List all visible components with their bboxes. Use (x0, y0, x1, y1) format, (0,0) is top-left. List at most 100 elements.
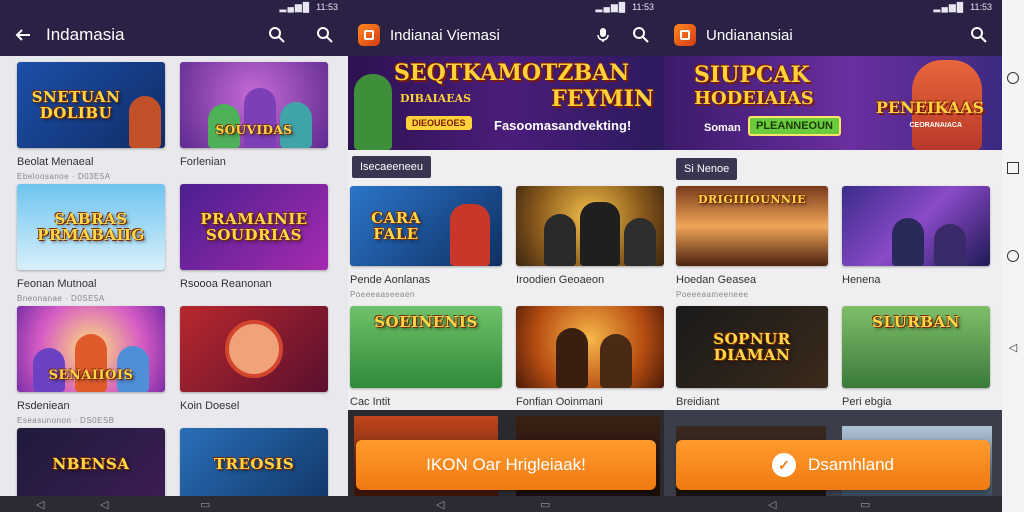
thumbnail-art-text: TREOSIS (213, 455, 295, 473)
character-figure (624, 218, 656, 266)
game-card[interactable]: Iroodien Geoaeon (516, 186, 664, 286)
game-meta: Bneonanae · D0SE5A (17, 294, 105, 303)
banner-headline: SIUPCAK (694, 62, 810, 88)
recents-nav-icon[interactable]: ▭ (860, 498, 870, 511)
status-time: 11:53 (632, 2, 654, 12)
game-thumbnail (842, 186, 990, 266)
check-icon: ✓ (772, 453, 796, 477)
game-card[interactable]: SLURBAN Peri ebgia (842, 306, 990, 408)
banner-headline-2: HODEIAIAS (694, 88, 814, 109)
character-figure (600, 334, 632, 388)
signal-icon: ▂▄▆█ (933, 1, 965, 12)
thumbnail-art-text: NBENSA (52, 455, 130, 473)
system-nav-bar: ◁ ◁ ▭ ◁ ▭ ◁ ▭ (0, 496, 1002, 512)
search-icon[interactable] (628, 22, 654, 48)
section-label: Isecaeeneeu (352, 156, 431, 178)
game-card[interactable]: SOUVIDAS Forlenian (180, 62, 328, 168)
game-name: Iroodien Geoaeon (516, 274, 605, 286)
game-thumbnail: DRIGIIIOUNNIE (676, 186, 828, 266)
game-name: Fonfian Ooinmani (516, 396, 603, 408)
home-nav-icon[interactable] (1007, 250, 1019, 262)
thumbnail-art-text: SLURBAN (872, 313, 960, 331)
game-card[interactable]: Henena (842, 186, 990, 286)
app-title: Undianansiai (706, 26, 793, 44)
promo-banner[interactable]: SEQTKAMOTZBAN DIBAIAEAS FEYMIN DIEOUEOES… (348, 56, 664, 150)
signal-icon: ▂▄▆█ (279, 1, 311, 12)
cta-button[interactable]: IKON Oar Hrigleiaak! (356, 440, 656, 490)
game-name: Hoedan Geasea (676, 274, 757, 286)
banner-side-sub: CEORANAIACA (909, 122, 963, 129)
recents-nav-icon[interactable]: ▭ (540, 498, 550, 511)
back-nav-icon[interactable]: ◁ (36, 498, 44, 511)
back-nav-icon[interactable]: ◁ (436, 498, 444, 511)
app-screen-1: ▂▄▆█ 11:53 Indamasia SNETUAN DOLIBU Beol… (0, 0, 348, 496)
game-name: Henena (842, 274, 881, 286)
app-bar: Undianansiai (664, 14, 1002, 56)
thumbnail-art-text: SOUVIDAS (215, 123, 293, 137)
game-thumbnail: SOUVIDAS (180, 62, 328, 148)
cta-button[interactable]: ✓ Dsamhland (676, 440, 990, 490)
game-name: Rsdeniean (17, 400, 70, 412)
banner-badge: DIEOUEOES (406, 116, 472, 130)
game-card[interactable]: SENAIIOIS Rsdeniean Eseasunonon · DS0ESB (17, 306, 165, 425)
game-card[interactable]: SNETUAN DOLIBU Beolat Menaeal Ebeloosano… (17, 62, 165, 181)
recents-nav-icon[interactable]: ▭ (200, 498, 210, 511)
status-bar: ▂▄▆█ 11:53 (664, 0, 1002, 14)
home-nav-icon[interactable] (1007, 72, 1019, 84)
search-icon[interactable] (312, 22, 338, 48)
game-thumbnail: CARA FALE (350, 186, 502, 266)
promo-banner[interactable]: SIUPCAK HODEIAIAS Soman PLEANNEOUN PENEI… (664, 56, 1002, 150)
side-nav-bar: ◁ (1002, 0, 1024, 512)
game-name: Cac Intit (350, 396, 391, 408)
game-meta: Poeeeaaseeaen (350, 290, 415, 299)
banner-tag: DIBAIAEAS (400, 92, 472, 105)
game-thumbnail (516, 186, 664, 266)
character-figure (244, 88, 276, 148)
search-icon[interactable] (264, 22, 290, 48)
character-figure (129, 96, 161, 148)
app-title: Indianai Viemasi (390, 26, 500, 44)
back-arrow-icon[interactable] (10, 22, 36, 48)
game-thumbnail: SOPNUR DIAMAN (676, 306, 828, 388)
thumbnail-art-text: SOEINENIS (374, 313, 478, 331)
recents-nav-icon[interactable] (1007, 162, 1019, 174)
mic-icon[interactable] (590, 22, 616, 48)
thumbnail-art-text: SNETUAN DOLIBU (31, 88, 121, 122)
game-card[interactable]: PRAMAINIE SOUDRIAS Rsoooa Reanonan (180, 184, 328, 290)
character-figure (580, 202, 620, 266)
app-bar: Indamasia (0, 14, 348, 56)
game-card[interactable]: SOEINENIS Cac Intit (350, 306, 502, 408)
status-time: 11:53 (970, 2, 992, 12)
game-card[interactable]: SOPNUR DIAMAN Breidiant (676, 306, 828, 408)
game-card[interactable]: TREOSIS (180, 428, 328, 496)
character-figure (556, 328, 588, 388)
status-time: 11:53 (316, 2, 338, 12)
game-card[interactable]: DRIGIIIOUNNIE Hoedan Geasea Poeeeaameene… (676, 186, 828, 299)
game-thumbnail: NBENSA (17, 428, 165, 496)
back-nav-icon[interactable]: ◁ (768, 498, 776, 511)
cta-label: Dsamhland (808, 455, 894, 474)
thumbnail-art-text: PRAMAINIE SOUDRIAS (200, 210, 308, 244)
back-nav-icon[interactable]: ◁ (100, 498, 108, 511)
game-card[interactable]: Fonfian Ooinmani (516, 306, 664, 408)
banner-button[interactable]: PLEANNEOUN (748, 116, 842, 136)
game-thumbnail: TREOSIS (180, 428, 328, 496)
game-thumbnail: PRAMAINIE SOUDRIAS (180, 184, 328, 270)
game-card[interactable]: NBENSA (17, 428, 165, 496)
game-card[interactable]: Koin Doesel (180, 306, 328, 412)
character-figure (354, 74, 392, 150)
game-name: Rsoooa Reanonan (180, 278, 272, 290)
search-icon[interactable] (966, 22, 992, 48)
game-thumbnail: SLURBAN (842, 306, 990, 388)
section-label: Si Nenoe (676, 158, 738, 180)
character-figure (450, 204, 490, 266)
thumbnail-art-text: SOPNUR DIAMAN (713, 330, 791, 364)
character-figure (934, 224, 966, 266)
game-name: Koin Doesel (180, 400, 240, 412)
app-bar: Indianai Viemasi (348, 14, 664, 56)
status-bar: ▂▄▆█ 11:53 (0, 0, 348, 14)
game-thumbnail: SABRAS PRMABAIIG (17, 184, 165, 270)
game-card[interactable]: CARA FALE Pende Aonlanas Poeeeaaseeaen (350, 186, 502, 299)
game-card[interactable]: SABRAS PRMABAIIG Feonan Mutnoal Bneonana… (17, 184, 165, 303)
back-nav-icon[interactable]: ◁ (1007, 342, 1019, 354)
